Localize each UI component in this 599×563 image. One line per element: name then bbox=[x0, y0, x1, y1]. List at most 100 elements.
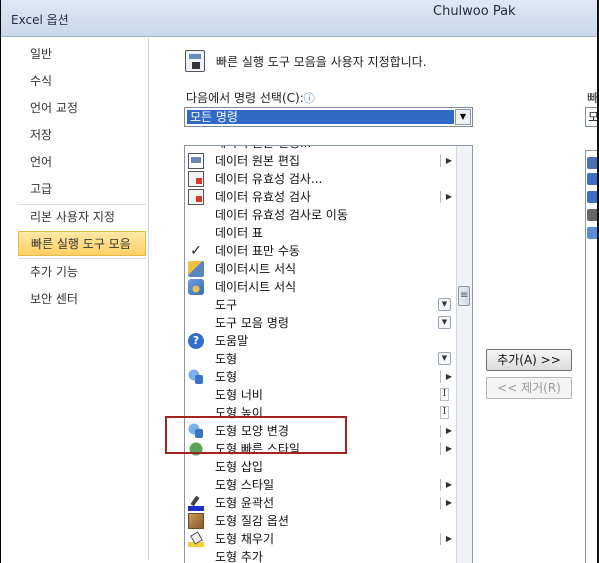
list-item[interactable]: 데이터 원본 편집 ▶ bbox=[185, 152, 457, 170]
sidebar-item-advanced[interactable]: 고급 bbox=[18, 177, 146, 202]
help-icon: ? bbox=[188, 333, 204, 349]
list-item-label: 도형 모양 변경 bbox=[215, 424, 289, 438]
dropdown-icon: ▼ bbox=[438, 298, 451, 311]
submenu-arrow-icon: ▶ bbox=[440, 479, 452, 491]
list-item[interactable]: 도형 윤곽선 ▶ bbox=[185, 494, 457, 512]
doc-icon bbox=[188, 153, 204, 169]
info-icon: ⓘ bbox=[303, 92, 315, 105]
combobox-selected-value: 모든 명령 bbox=[187, 110, 454, 124]
title-bar: Excel 옵션 Chulwoo Pak bbox=[0, 0, 599, 37]
list-item-label: 도형 추가 bbox=[215, 550, 263, 563]
list-item[interactable]: 데이터 유효성 검사로 이동 bbox=[185, 206, 457, 224]
dropdown-icon: ▼ bbox=[438, 352, 451, 365]
list-item-label: 데이터 유효성 검사... bbox=[215, 172, 323, 186]
submenu-arrow-icon: ▶ bbox=[440, 155, 452, 167]
list-item[interactable]: 도형 추가 bbox=[185, 548, 457, 563]
commands-scrollbar[interactable] bbox=[456, 146, 472, 563]
list-item[interactable]: 도형 모양 변경 ▶ bbox=[185, 422, 457, 440]
choose-commands-label: 다음에서 명령 선택(C):ⓘ bbox=[186, 89, 315, 106]
choose-commands-text: 다음에서 명령 선택(C): bbox=[186, 91, 304, 105]
list-item-label: 데이터시트 서식 bbox=[215, 280, 297, 294]
list-item[interactable]: 데이터 원본 변경... bbox=[185, 146, 457, 152]
list-item[interactable]: 도형 ▶ bbox=[185, 368, 457, 386]
list-item-label: 도구 bbox=[215, 298, 238, 312]
datasheet-format-icon bbox=[188, 261, 204, 277]
add-button[interactable]: 추가(A) >> bbox=[486, 349, 572, 371]
list-item[interactable]: 도형 높이 I bbox=[185, 404, 457, 422]
data-validation-icon bbox=[188, 189, 204, 205]
datasheet-format2-icon bbox=[188, 279, 204, 295]
submenu-arrow-icon: ▶ bbox=[440, 497, 452, 509]
submenu-arrow-icon: ▶ bbox=[440, 191, 452, 203]
list-item-label: 데이터 원본 편집 bbox=[215, 154, 300, 168]
submenu-arrow-icon: ▶ bbox=[440, 443, 452, 455]
submenu-arrow-icon: ▶ bbox=[440, 425, 452, 437]
page-title: 빠른 실행 도구 모음을 사용자 지정합니다. bbox=[216, 55, 427, 69]
chevron-down-icon[interactable]: ▼ bbox=[455, 109, 471, 125]
ibeam-icon: I bbox=[440, 388, 449, 401]
list-item-label: 도형 삽입 bbox=[215, 460, 263, 474]
sidebar-item-proofing[interactable]: 언어 교정 bbox=[18, 96, 146, 121]
list-item[interactable]: 도구 ▼ bbox=[185, 296, 457, 314]
quick-access-toolbar-icon bbox=[185, 50, 205, 72]
list-item-label: 도형 높이 bbox=[215, 406, 263, 420]
window-border bbox=[0, 0, 1, 563]
sidebar-item-save[interactable]: 저장 bbox=[18, 123, 146, 148]
list-item[interactable]: 도형 채우기 ▶ bbox=[185, 530, 457, 548]
sidebar-divider bbox=[18, 258, 146, 259]
check-icon: ✓ bbox=[190, 243, 202, 259]
dropdown-icon: ▼ bbox=[438, 316, 451, 329]
options-sidebar: 일반 수식 언어 교정 저장 언어 고급 리본 사용자 지정 빠른 실행 도구 … bbox=[16, 38, 149, 560]
list-item[interactable]: 도형 너비 I bbox=[185, 386, 457, 404]
list-item-label: 도움말 bbox=[215, 334, 249, 348]
list-item-label: 도형 너비 bbox=[215, 388, 263, 402]
list-item[interactable]: 도형 ▼ bbox=[185, 350, 457, 368]
list-item-label: 도형 질감 옵션 bbox=[215, 514, 289, 528]
sidebar-item-language[interactable]: 언어 bbox=[18, 150, 146, 175]
list-item-label: 도형 bbox=[215, 370, 238, 384]
list-item-icon bbox=[188, 146, 204, 151]
list-item-label: 데이터시트 서식 bbox=[215, 262, 297, 276]
list-item[interactable]: ? 도움말 bbox=[185, 332, 457, 350]
list-item-label: 데이터 유효성 검사 bbox=[215, 190, 311, 204]
list-item-label: 도형 bbox=[215, 352, 238, 366]
list-item[interactable]: ✓ 데이터 표만 수동 bbox=[185, 242, 457, 260]
remove-button[interactable]: << 제거(R) bbox=[486, 377, 572, 399]
sidebar-item-formulas[interactable]: 수식 bbox=[18, 69, 146, 94]
list-item[interactable]: 데이터시트 서식 bbox=[185, 260, 457, 278]
sidebar-item-customize-ribbon[interactable]: 리본 사용자 지정 bbox=[18, 205, 146, 230]
list-item[interactable]: 데이터시트 서식 bbox=[185, 278, 457, 296]
list-item[interactable]: 데이터 표 bbox=[185, 224, 457, 242]
sidebar-item-quick-access-toolbar[interactable]: 빠른 실행 도구 모음 bbox=[18, 231, 146, 256]
sidebar-item-general[interactable]: 일반 bbox=[18, 42, 146, 67]
list-item[interactable]: 데이터 유효성 검사 ▶ bbox=[185, 188, 457, 206]
list-item-label: 데이터 유효성 검사로 이동 bbox=[215, 208, 348, 222]
commands-list[interactable]: 데이터 원본 변경... 데이터 원본 편집 ▶ 데이터 유효성 검사... 데… bbox=[184, 145, 473, 563]
sidebar-item-add-ins[interactable]: 추가 기능 bbox=[18, 260, 146, 285]
choose-commands-combobox[interactable]: 모든 명령 ▼ bbox=[184, 107, 473, 127]
fill-bucket-icon bbox=[188, 531, 204, 547]
list-item-label: 데이터 표만 수동 bbox=[215, 244, 300, 258]
list-item[interactable]: 도형 빠른 스타일 ▶ bbox=[185, 440, 457, 458]
list-item[interactable]: 데이터 유효성 검사... bbox=[185, 170, 457, 188]
texture-icon bbox=[188, 513, 204, 529]
list-item[interactable]: 도형 삽입 bbox=[185, 458, 457, 476]
quick-style-icon bbox=[188, 441, 204, 457]
list-item[interactable]: 도형 스타일 ▶ bbox=[185, 476, 457, 494]
window-title: Excel 옵션 bbox=[11, 13, 69, 27]
submenu-arrow-icon: ▶ bbox=[440, 533, 452, 545]
list-item-label: 도형 채우기 bbox=[215, 532, 275, 546]
shape-icon bbox=[188, 423, 204, 439]
shape-icon bbox=[188, 369, 204, 385]
sidebar-item-trust-center[interactable]: 보안 센터 bbox=[18, 287, 146, 312]
submenu-arrow-icon: ▶ bbox=[440, 371, 452, 383]
list-item-label: 도구 모음 명령 bbox=[215, 316, 289, 330]
list-item-label: 도형 스타일 bbox=[215, 478, 275, 492]
list-item[interactable]: 도형 질감 옵션 bbox=[185, 512, 457, 530]
user-name: Chulwoo Pak bbox=[433, 4, 516, 19]
scrollbar-thumb[interactable] bbox=[458, 286, 470, 306]
list-item[interactable]: 도구 모음 명령 ▼ bbox=[185, 314, 457, 332]
pen-outline-icon bbox=[188, 495, 204, 511]
list-item-label: 데이터 표 bbox=[215, 226, 263, 240]
list-item-label: 도형 빠른 스타일 bbox=[215, 442, 300, 456]
